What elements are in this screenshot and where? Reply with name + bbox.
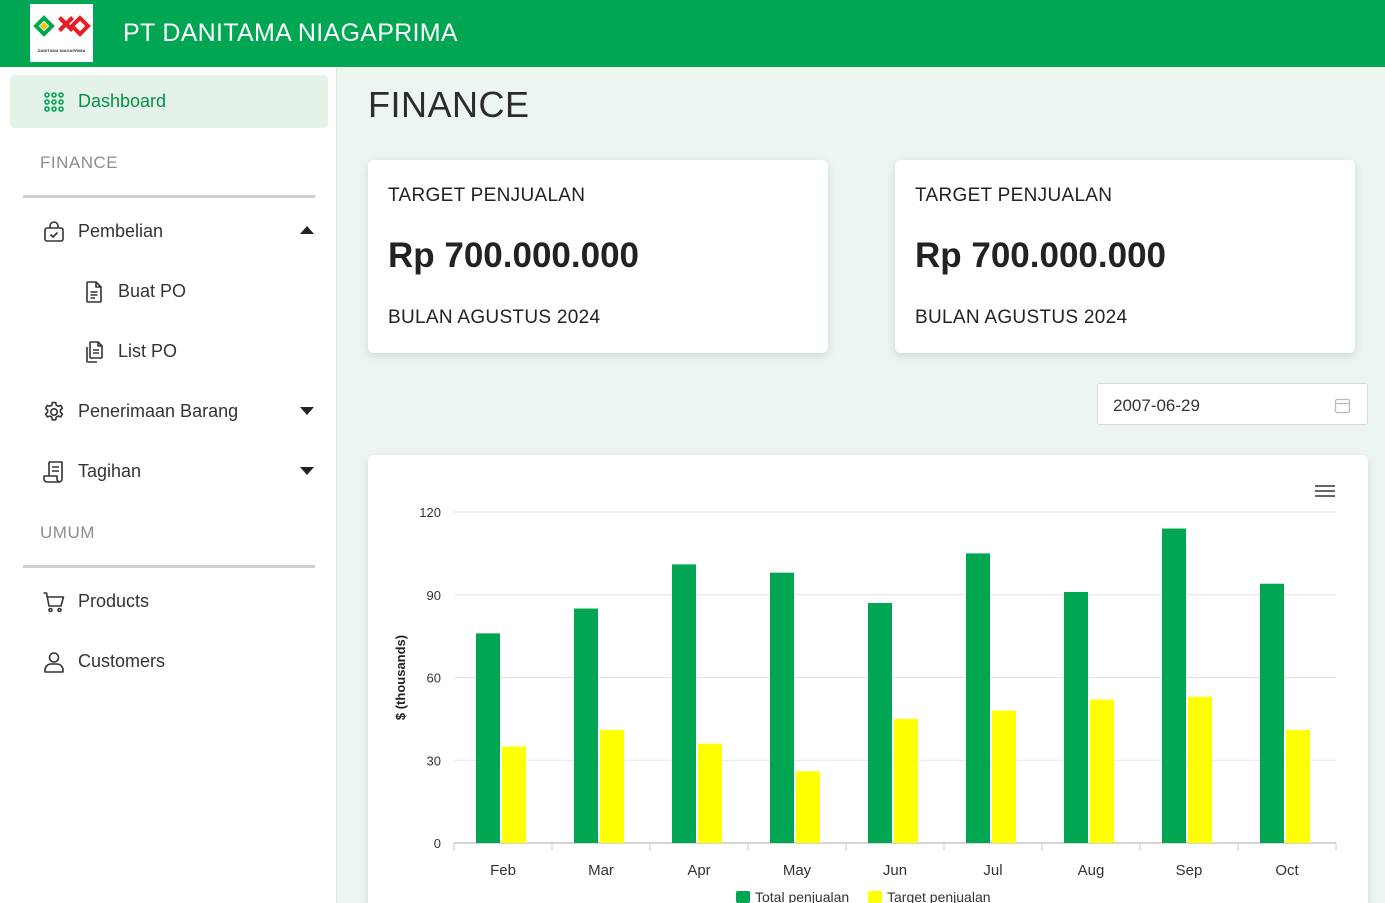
- chart-bar-target: [992, 710, 1016, 843]
- legend-swatch: [736, 891, 750, 903]
- card-period: BULAN AGUSTUS 2024: [388, 307, 601, 328]
- sidebar-item-label: Tagihan: [78, 461, 142, 481]
- chart-bar-total: [770, 572, 794, 843]
- y-tick-label: 0: [434, 836, 441, 851]
- x-tick-label: Jun: [883, 862, 907, 879]
- chart-bar-target: [502, 746, 526, 843]
- sales-bar-chart: 0 30 60 90 120 $ (thousands) Feb Mar Apr May Jun Ju…: [393, 485, 1337, 903]
- chart-bar-total: [1260, 583, 1284, 843]
- chart-bar-total: [966, 553, 990, 843]
- date-field[interactable]: 2007-06-29: [1097, 383, 1368, 425]
- section-divider: [23, 565, 315, 568]
- card-amount: Rp 700.000.000: [915, 236, 1167, 275]
- chart-bar-total: [476, 633, 500, 843]
- section-label-finance: FINANCE: [40, 153, 119, 172]
- section-label-umum: UMUM: [40, 523, 95, 542]
- invoice-icon: [43, 461, 63, 483]
- sidebar-item-label: Customers: [78, 651, 166, 671]
- calendar-icon[interactable]: [1334, 397, 1351, 414]
- logo-caption: DANITAMA NIAGAPRIMA: [37, 48, 86, 53]
- documents-copy-icon: [86, 341, 103, 363]
- x-tick-label: Aug: [1078, 862, 1105, 879]
- y-tick-label: 30: [427, 753, 441, 768]
- sidebar: Dashboard FINANCE Pembelian Buat PO List…: [0, 67, 337, 903]
- chevron-up-icon[interactable]: [300, 226, 314, 234]
- sidebar-item-penerimaan-barang[interactable]: Penerimaan Barang: [10, 385, 328, 438]
- target-card: TARGET PENJUALAN Rp 700.000.000 BULAN AG…: [368, 160, 828, 353]
- legend-label: Target penjualan: [887, 889, 991, 903]
- x-tick-label: Oct: [1275, 862, 1299, 879]
- hamburger-menu-icon[interactable]: [1315, 485, 1335, 497]
- legend-label: Total penjualan: [755, 889, 849, 903]
- card-amount: Rp 700.000.000: [388, 236, 640, 275]
- card-title: TARGET PENJUALAN: [915, 185, 1113, 206]
- sidebar-item-label: Penerimaan Barang: [78, 401, 239, 421]
- x-tick-label: Jul: [983, 862, 1002, 879]
- chart-bar-target: [894, 718, 918, 843]
- logo-mark-icon: [33, 15, 91, 37]
- sidebar-item-buat-po[interactable]: Buat PO: [10, 265, 328, 318]
- chart-bar-total: [574, 608, 598, 843]
- x-tick-label: Sep: [1176, 862, 1203, 879]
- sidebar-item-list-po[interactable]: List PO: [10, 325, 328, 378]
- target-card: TARGET PENJUALAN Rp 700.000.000 BULAN AG…: [895, 160, 1355, 353]
- document-icon: [86, 281, 102, 303]
- sidebar-item-label: Dashboard: [78, 91, 167, 111]
- chart-bar-total: [868, 603, 892, 843]
- chart-bar-target: [698, 743, 722, 843]
- y-axis-title: $ (thousands): [393, 635, 408, 720]
- sidebar-item-label: List PO: [118, 341, 178, 361]
- section-divider: [23, 195, 315, 198]
- sidebar-item-products[interactable]: Products: [10, 575, 328, 628]
- sidebar-item-pembelian[interactable]: Pembelian: [10, 205, 328, 258]
- chart-bar-total: [672, 564, 696, 843]
- y-tick-label: 120: [419, 505, 441, 520]
- y-tick-label: 90: [427, 588, 441, 603]
- x-tick-label: Mar: [588, 862, 614, 879]
- sidebar-item-label: Pembelian: [78, 221, 164, 241]
- cart-icon: [43, 592, 65, 613]
- chevron-down-icon[interactable]: [300, 467, 314, 475]
- top-bar: DANITAMA NIAGAPRIMA PT DANITAMA NIAGAPRI…: [0, 0, 1385, 67]
- chart-bar-target: [1090, 699, 1114, 843]
- sidebar-item-label: Buat PO: [118, 281, 187, 301]
- chart-bar-total: [1162, 528, 1186, 843]
- chevron-down-icon[interactable]: [300, 407, 314, 415]
- page-title: FINANCE: [368, 84, 530, 125]
- sidebar-item-customers[interactable]: Customers: [10, 635, 328, 688]
- card-title: TARGET PENJUALAN: [388, 185, 586, 206]
- user-icon: [44, 652, 64, 673]
- sales-chart-card: 0 30 60 90 120 $ (thousands) Feb Mar Apr May Jun Ju…: [368, 455, 1368, 903]
- chart-bar-total: [1064, 591, 1088, 843]
- chart-bar-target: [796, 771, 820, 843]
- x-tick-label: Apr: [687, 862, 710, 879]
- chart-bar-target: [1188, 696, 1212, 843]
- company-name: PT DANITAMA NIAGAPRIMA: [123, 19, 458, 47]
- legend-swatch: [868, 891, 882, 903]
- chart-bar-target: [600, 729, 624, 843]
- company-logo: DANITAMA NIAGAPRIMA: [30, 4, 93, 62]
- x-tick-label: May: [783, 862, 812, 879]
- sidebar-item-tagihan[interactable]: Tagihan: [10, 445, 328, 498]
- card-period: BULAN AGUSTUS 2024: [915, 307, 1128, 328]
- gear-icon: [44, 401, 64, 421]
- x-tick-label: Feb: [490, 862, 516, 879]
- chart-bar-target: [1286, 729, 1310, 843]
- y-tick-label: 60: [427, 671, 441, 686]
- sidebar-item-dashboard[interactable]: Dashboard: [10, 75, 328, 128]
- grid-dots-icon: [44, 92, 64, 112]
- date-value: 2007-06-29: [1113, 396, 1200, 415]
- sidebar-item-label: Products: [78, 591, 150, 611]
- shopping-bag-icon: [44, 221, 64, 242]
